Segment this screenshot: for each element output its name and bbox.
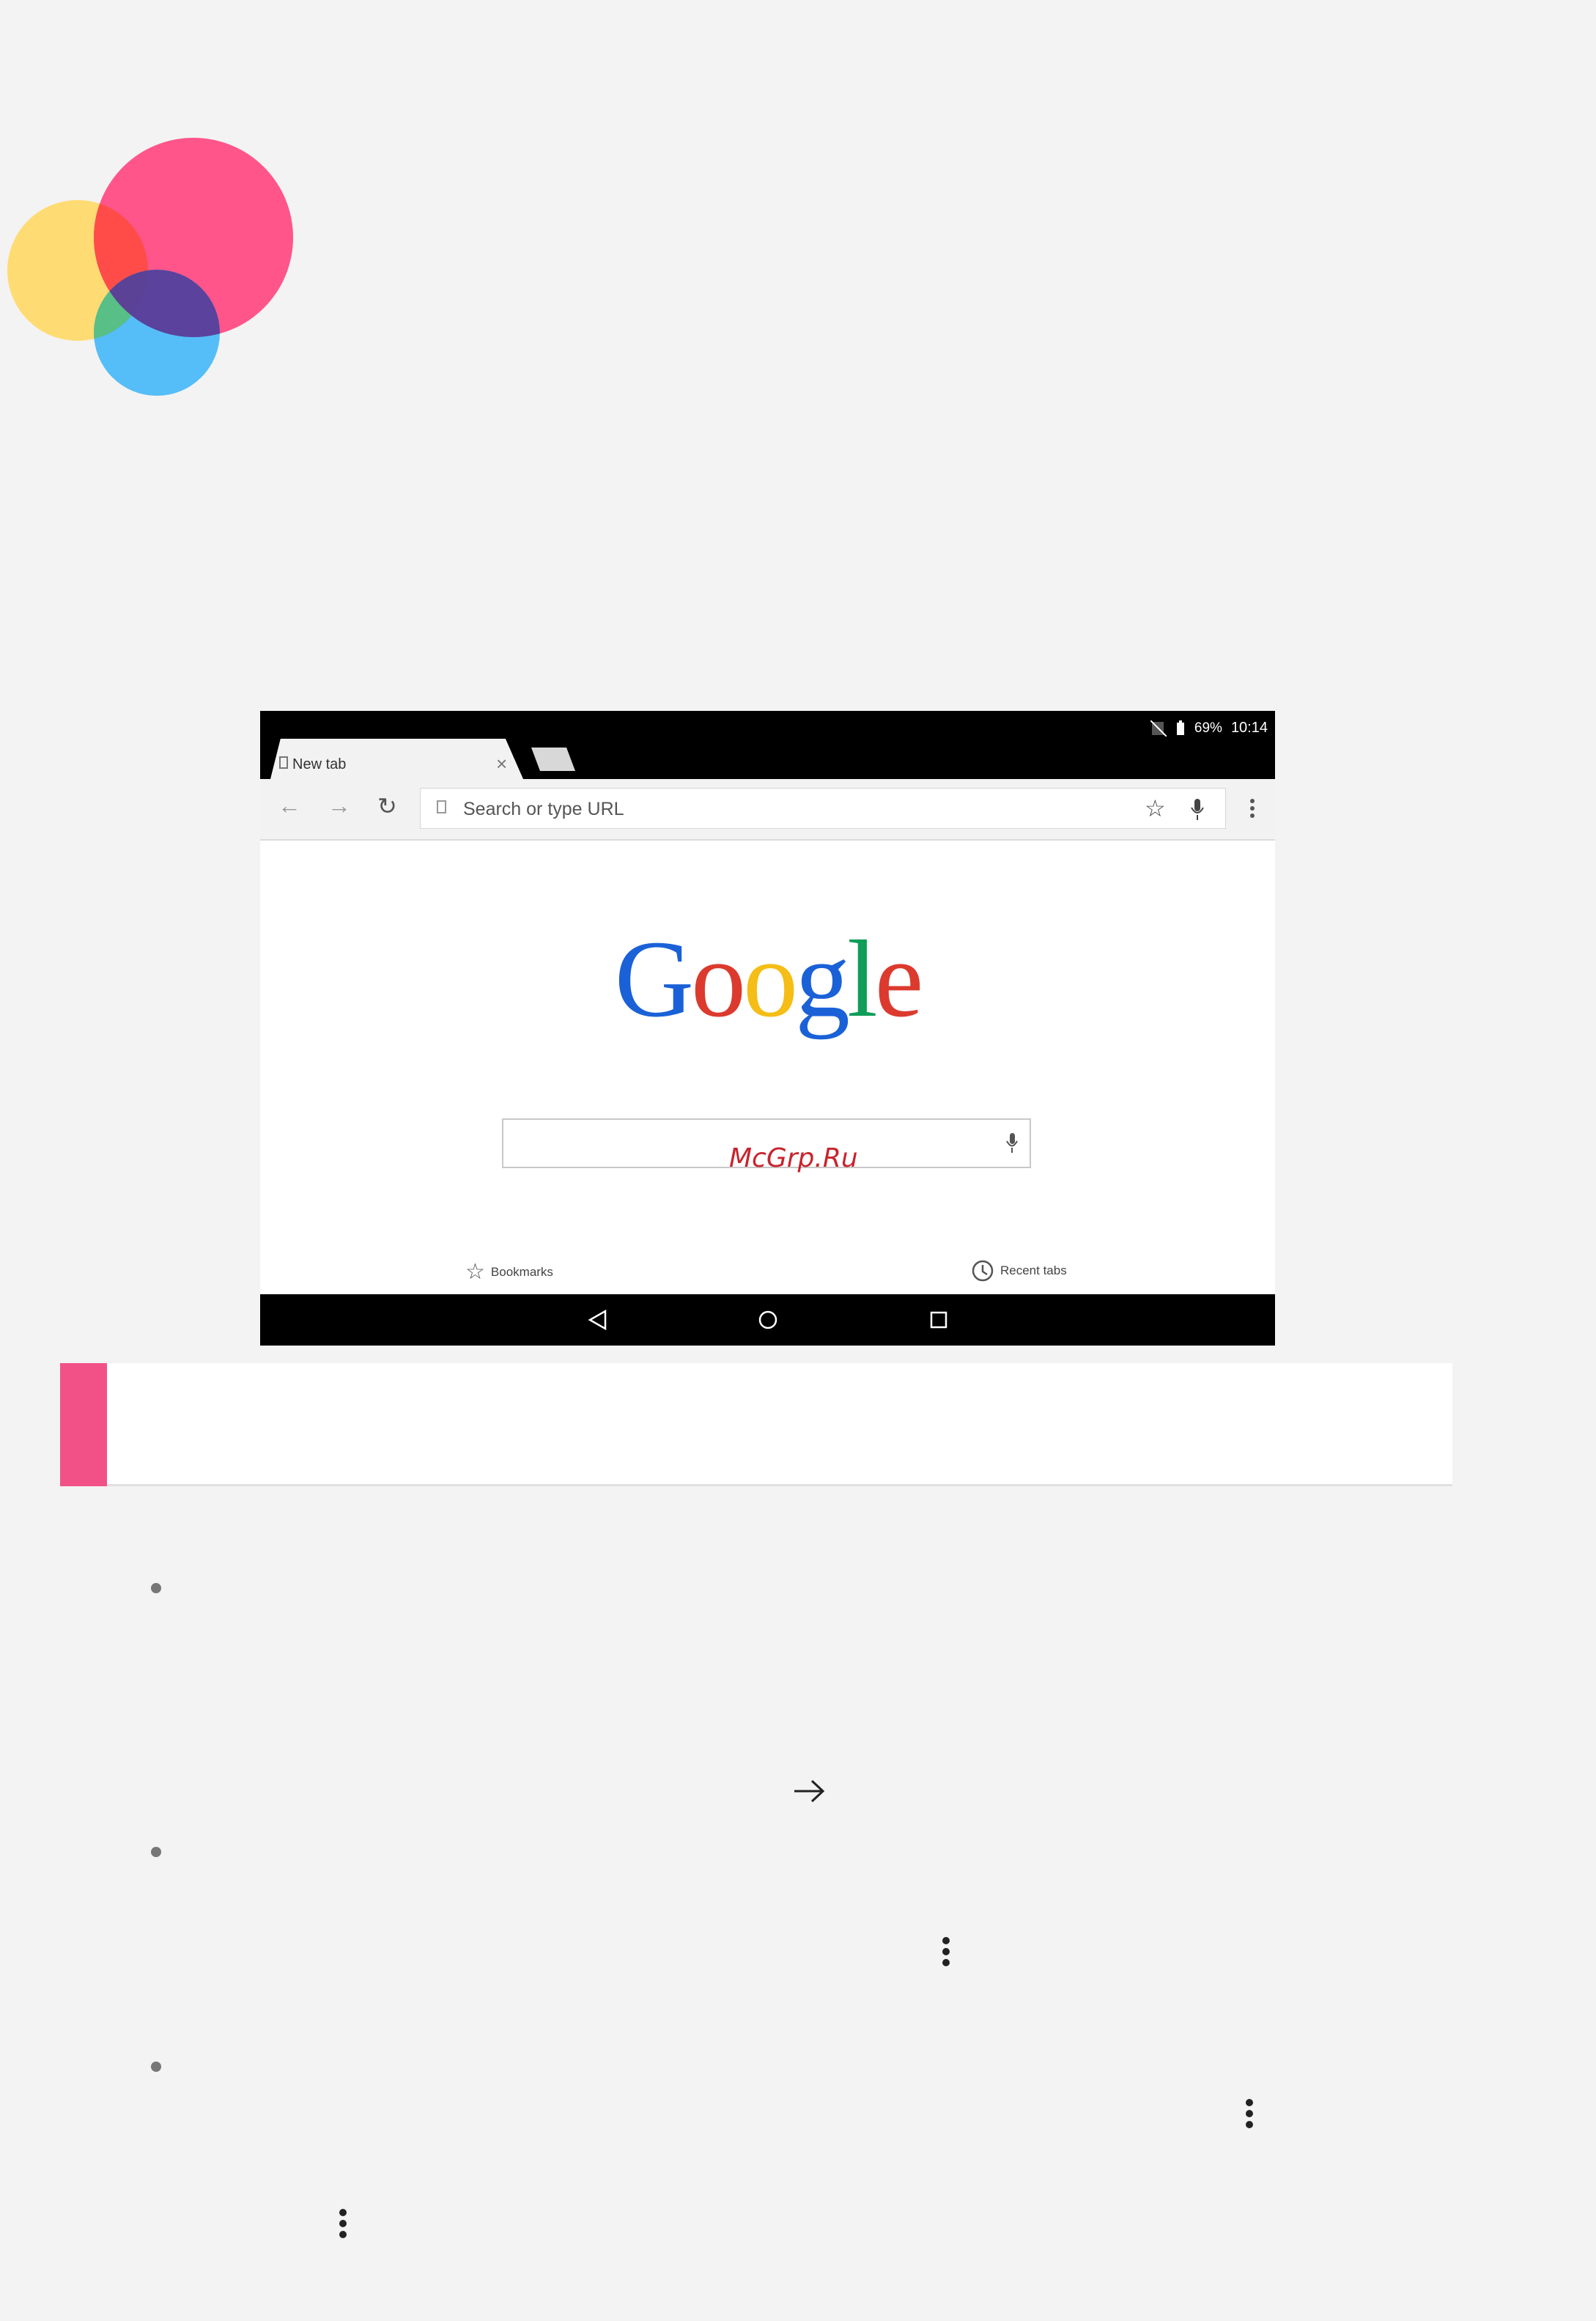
clock-time: 10:14: [1230, 720, 1268, 736]
close-tab-icon[interactable]: ×: [496, 753, 507, 775]
tab-label: New tab: [292, 756, 347, 772]
address-bar[interactable]: Search or type URL ☆: [420, 788, 1226, 829]
address-placeholder: Search or type URL: [463, 799, 624, 819]
bookmarks-link[interactable]: ☆ Bookmarks: [465, 1259, 553, 1285]
no-sim-icon: [1150, 720, 1167, 737]
recent-tabs-link[interactable]: Recent tabs: [971, 1259, 1067, 1283]
logo-letter: e: [874, 918, 924, 1040]
logo-overlaps: [94, 200, 220, 341]
more-options-icon: [1246, 2099, 1253, 2128]
google-logo: Google: [260, 916, 1275, 1042]
battery-icon: [1176, 720, 1184, 735]
bullet: [151, 1847, 161, 1857]
more-options-icon: [942, 1937, 950, 1966]
bullet: [151, 1583, 161, 1593]
logo-letter: l: [847, 918, 878, 1040]
recents-nav-icon[interactable]: [928, 1310, 949, 1330]
battery-percent: 69%: [1194, 720, 1222, 736]
overflow-menu-icon[interactable]: [1249, 798, 1256, 820]
microphone-icon[interactable]: [1006, 1133, 1018, 1154]
watermark: McGrp.Ru: [729, 1143, 858, 1173]
section-header: [60, 1363, 1452, 1486]
browser-toolbar: ← → ↻ Search or type URL ☆: [260, 779, 1275, 841]
back-nav-icon[interactable]: [587, 1309, 609, 1331]
reload-icon[interactable]: ↻: [377, 792, 397, 820]
section-accent-bar: [60, 1363, 107, 1486]
bullet: [151, 2062, 161, 2072]
new-tab-button[interactable]: [531, 748, 575, 771]
more-options-icon: [339, 2209, 347, 2238]
forward-arrow-icon[interactable]: →: [328, 792, 351, 819]
arrow-right-icon: [794, 1779, 825, 1803]
logo-letter: o: [743, 918, 798, 1040]
recent-tabs-label: Recent tabs: [1000, 1263, 1067, 1277]
page-icon: [437, 800, 446, 813]
browser-screenshot: 69% 10:14 New tab × ← → ↻ Search or type…: [260, 711, 1275, 1346]
bookmarks-label: Bookmarks: [490, 1264, 553, 1279]
microphone-icon[interactable]: [1190, 799, 1205, 821]
page-icon: [279, 756, 288, 769]
star-icon: ☆: [465, 1260, 485, 1284]
logo-letter: G: [614, 918, 694, 1040]
status-bar: 69% 10:14 New tab ×: [260, 711, 1275, 779]
clock-icon: [972, 1260, 994, 1282]
star-icon[interactable]: ☆: [1145, 794, 1166, 822]
logo-letter: g: [795, 918, 850, 1040]
logo-letter: o: [691, 918, 746, 1040]
android-nav-bar: [260, 1294, 1275, 1346]
back-arrow-icon[interactable]: ←: [278, 792, 301, 819]
brand-logo: [0, 125, 308, 403]
home-nav-icon[interactable]: [757, 1309, 779, 1331]
